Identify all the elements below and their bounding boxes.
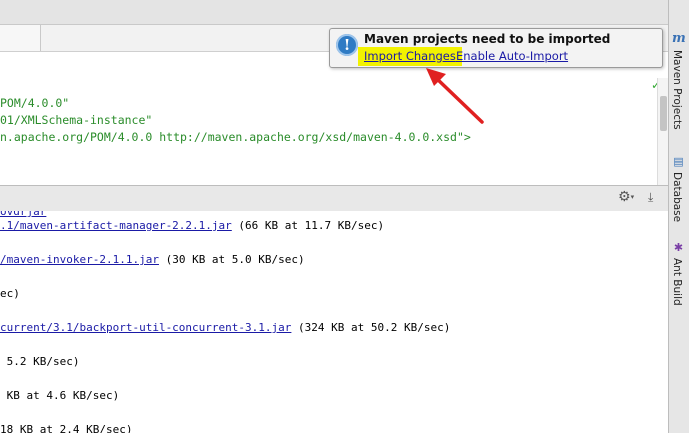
console-line: ec) xyxy=(0,287,20,300)
console-link[interactable]: .1/maven-artifact-manager-2.2.1.jar xyxy=(0,219,232,232)
sidebar-tab-maven-projects[interactable]: m Maven Projects xyxy=(668,30,689,140)
window-top-strip xyxy=(0,0,668,25)
console-line: ovdrjar xyxy=(0,211,46,218)
console-link[interactable]: ovdrjar xyxy=(0,211,46,218)
console-link[interactable]: current/3.1/backport-util-concurrent-3.1… xyxy=(0,321,291,334)
console-line: .1/maven-artifact-manager-2.2.1.jar (66 … xyxy=(0,219,385,232)
database-icon: ▤ xyxy=(673,155,684,168)
ant-icon: ✱ xyxy=(673,241,684,254)
editor-line: 01/XMLSchema-instance" xyxy=(0,113,153,127)
chevron-down-icon: ▾ xyxy=(630,193,635,201)
sidebar-tab-label: Database xyxy=(671,172,683,223)
editor-tab[interactable] xyxy=(0,25,41,51)
red-arrow-annotation xyxy=(426,68,484,124)
console-line: /maven-invoker-2.1.1.jar (30 KB at 5.0 K… xyxy=(0,253,305,266)
editor-line: n.apache.org/POM/4.0.0 http://maven.apac… xyxy=(0,130,471,144)
scrollbar-thumb[interactable] xyxy=(660,96,667,131)
info-icon: ! xyxy=(336,34,358,56)
sidebar-tab-label: Maven Projects xyxy=(671,50,683,130)
settings-gear-icon[interactable]: ⚙▾ xyxy=(618,189,638,205)
console-line: current/3.1/backport-util-concurrent-3.1… xyxy=(0,321,451,334)
console-line: KB at 4.6 KB/sec) xyxy=(0,389,120,402)
sidebar-tab-ant-build[interactable]: ✱ Ant Build xyxy=(668,238,689,313)
hide-panel-icon[interactable]: ⤓ xyxy=(648,189,662,205)
run-tool-window-header xyxy=(0,185,668,212)
console-line: 5.2 KB/sec) xyxy=(0,355,80,368)
sidebar-tab-database[interactable]: ▤ Database xyxy=(668,152,689,227)
maven-icon: m xyxy=(672,31,686,46)
console-output[interactable]: ovdrjar .1/maven-artifact-manager-2.2.1.… xyxy=(0,211,668,433)
console-line: 18 KB at 2.4 KB/sec) xyxy=(0,423,133,433)
sidebar-tab-label: Ant Build xyxy=(671,258,683,306)
editor-line: POM/4.0.0" xyxy=(0,96,70,110)
console-link[interactable]: /maven-invoker-2.1.1.jar xyxy=(0,253,159,266)
code-editor[interactable]: POM/4.0.0" 01/XMLSchema-instance" n.apac… xyxy=(0,78,657,185)
